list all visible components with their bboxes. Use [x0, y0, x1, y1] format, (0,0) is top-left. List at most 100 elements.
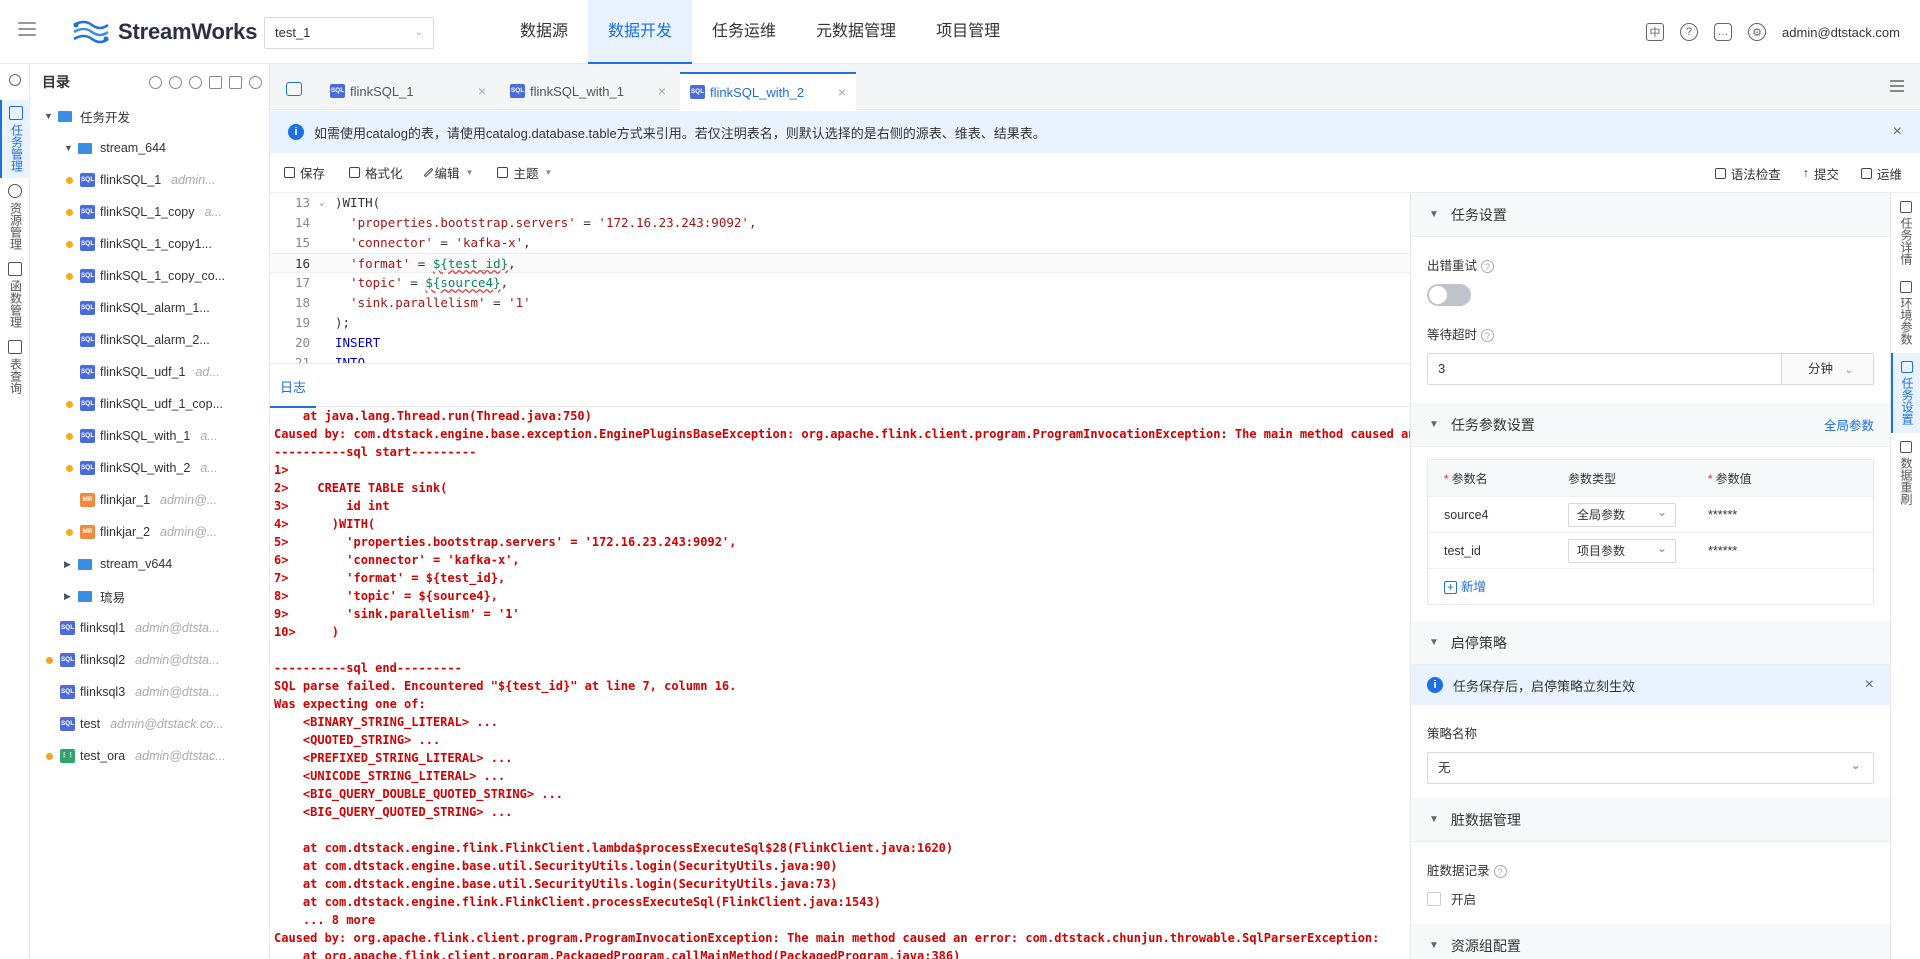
tree-folder[interactable]: ▼ 任务开发 [30, 100, 269, 132]
tree-item[interactable]: MR flinkjar_1 admin@... [30, 484, 269, 516]
tree-folder[interactable]: ▶ 琉易 [30, 580, 269, 612]
strategy-select[interactable]: 无 [1427, 750, 1874, 784]
syntax-check-button[interactable]: 语法检查 [1714, 164, 1781, 183]
tree-item[interactable]: SQL flinksql1 admin@dtsta... [30, 612, 269, 644]
help-icon[interactable]: ? [1493, 865, 1507, 878]
message-icon[interactable]: … [1714, 23, 1733, 41]
caret-right-icon[interactable]: ▶ [64, 591, 78, 602]
refresh-icon[interactable] [169, 75, 182, 89]
vtab-task-details[interactable]: 任务详情 [1891, 193, 1920, 273]
rail-resource-management[interactable]: 资源管理 [0, 178, 30, 256]
project-select[interactable]: test_1 ⌄ [264, 17, 434, 49]
tab-flinksql-with-1[interactable]: SQL flinkSQL_with_1 × [500, 72, 676, 110]
checkbox[interactable] [1427, 891, 1441, 906]
translate-icon[interactable]: 中 [1646, 23, 1665, 41]
code-editor[interactable]: 13 ⌄)WITH(14 'properties.bootstrap.server… [270, 193, 1410, 363]
tree-item[interactable]: SQL flinksql3 admin@dtsta... [30, 676, 269, 708]
close-icon[interactable]: × [1865, 676, 1874, 694]
caret-right-icon[interactable]: ▶ [64, 559, 78, 570]
nav-datasource[interactable]: 数据源 [500, 0, 588, 64]
tree-item[interactable]: SQL flinkSQL_with_2 a... [30, 452, 269, 484]
submit-button[interactable]: ↑ 提交 [1803, 164, 1839, 183]
help-icon[interactable]: ? [1481, 260, 1495, 273]
add-icon[interactable] [249, 75, 262, 89]
tree-item[interactable]: SQL flinkSQL_alarm_1... [30, 292, 269, 324]
tab-log[interactable]: 日志 [270, 370, 316, 408]
caret-down-icon[interactable]: ▼ [44, 111, 58, 121]
line-number: 14 [294, 215, 310, 230]
close-icon[interactable]: × [478, 83, 486, 99]
param-name: test_id [1444, 543, 1481, 558]
theme-dropdown[interactable]: 主题 ▼ [497, 163, 552, 182]
tree-folder[interactable]: ▼ stream_644 [30, 132, 269, 164]
tree-item[interactable]: SQL flinkSQL_1_copy1... [30, 228, 269, 260]
tree-item[interactable]: SQL test admin@dtstack.co... [30, 708, 269, 740]
tree-item[interactable]: SQL flinkSQL_1 admin... [30, 164, 269, 196]
search-icon[interactable] [8, 74, 21, 86]
tree-item-label: flinkSQL_1 [100, 173, 162, 187]
timeout-input-group: 3 分钟 ⌄ [1427, 353, 1874, 385]
tree-item[interactable]: MR flinkjar_2 admin@... [30, 516, 269, 548]
caret-down-icon[interactable]: ▼ [64, 143, 78, 153]
tree-item[interactable]: SQL flinksql2 admin@dtsta... [30, 644, 269, 676]
menu-icon[interactable] [18, 22, 36, 36]
dirty-enable-checkbox[interactable]: 开启 [1427, 889, 1890, 908]
nav-task-ops[interactable]: 任务运维 [692, 0, 796, 64]
close-icon[interactable]: × [1893, 123, 1902, 141]
retry-toggle[interactable] [1427, 284, 1471, 306]
more-icon[interactable] [189, 75, 202, 89]
close-icon[interactable]: × [838, 84, 846, 100]
section-task-settings[interactable]: ▼ 任务设置 [1411, 193, 1890, 237]
home-icon[interactable] [286, 82, 302, 96]
help-icon[interactable]: ? [1481, 329, 1495, 342]
section-resource-group[interactable]: ▼ 资源组配置 [1411, 924, 1890, 959]
rail-function-management[interactable]: 函数管理 [0, 256, 30, 334]
send-icon[interactable] [229, 75, 242, 89]
tree-item[interactable]: SQL flinkSQL_udf_1_cop... [30, 388, 269, 420]
tab-list-icon[interactable] [1890, 80, 1904, 92]
format-button[interactable]: 格式化 [349, 163, 403, 182]
fold-icon[interactable]: ⌄ [319, 353, 324, 363]
tree-folder[interactable]: ▶ stream_v644 [30, 548, 269, 580]
section-dirty-data[interactable]: ▼ 脏数据管理 [1411, 798, 1890, 842]
global-params-link[interactable]: 全局参数 [1824, 415, 1874, 434]
param-value[interactable]: ****** [1708, 544, 1873, 558]
vtab-env-params[interactable]: 环境参数 [1891, 273, 1920, 353]
tree-item[interactable]: SQL flinkSQL_1_copy a... [30, 196, 269, 228]
vtab-data-refresh[interactable]: 数据重刷 [1891, 433, 1920, 513]
param-value[interactable]: ****** [1708, 508, 1873, 522]
tree-item[interactable]: SQL flinkSQL_with_1 a... [30, 420, 269, 452]
col-param-name: * 参数名 [1444, 471, 1488, 486]
tree-item[interactable]: SQL flinkSQL_alarm_2... [30, 324, 269, 356]
fold-icon[interactable]: ⌄ [319, 193, 324, 213]
nav-data-dev[interactable]: 数据开发 [588, 0, 693, 64]
add-param-button[interactable]: + 新增 [1428, 568, 1873, 604]
new-folder-icon[interactable] [209, 75, 222, 89]
section-start-stop[interactable]: ▼ 启停策略 [1411, 621, 1890, 665]
settings-gear-icon[interactable]: ⚙ [1748, 23, 1767, 41]
rail-task-management[interactable]: 任务管理 [0, 100, 30, 178]
tab-flinksql-1[interactable]: SQL flinkSQL_1 × [320, 72, 496, 110]
param-type-select[interactable]: 项目参数 [1568, 537, 1676, 563]
tree-item[interactable]: ⋮⋮ test_ora admin@dtstac... [30, 740, 269, 772]
timeout-input[interactable]: 3 [1428, 354, 1781, 384]
nav-project[interactable]: 项目管理 [916, 0, 1020, 64]
param-type-select[interactable]: 全局参数 [1568, 501, 1676, 527]
rail-table-query[interactable]: 表查询 [0, 334, 30, 400]
tree-item[interactable]: SQL flinkSQL_udf_1 ad... [30, 356, 269, 388]
save-button[interactable]: 保存 [284, 163, 325, 182]
close-icon[interactable]: × [658, 83, 666, 99]
section-task-params[interactable]: ▼ 任务参数设置 全局参数 [1411, 403, 1890, 447]
nav-metadata[interactable]: 元数据管理 [796, 0, 916, 64]
user-account[interactable]: admin@dtstack.com [1782, 25, 1900, 40]
edit-dropdown[interactable]: 编辑 ▼ [423, 163, 473, 182]
timeout-unit-select[interactable]: 分钟 ⌄ [1781, 354, 1873, 384]
logo[interactable]: StreamWorks [72, 14, 257, 50]
help-icon[interactable]: ? [1680, 23, 1699, 41]
tab-flinksql-with-2[interactable]: SQL flinkSQL_with_2 × [680, 72, 856, 110]
ops-button[interactable]: 运维 [1860, 164, 1902, 183]
tree-item[interactable]: SQL flinkSQL_1_copy_co... [30, 260, 269, 292]
vtab-task-settings[interactable]: 任务设置 [1891, 353, 1920, 433]
locate-icon[interactable] [149, 75, 162, 89]
